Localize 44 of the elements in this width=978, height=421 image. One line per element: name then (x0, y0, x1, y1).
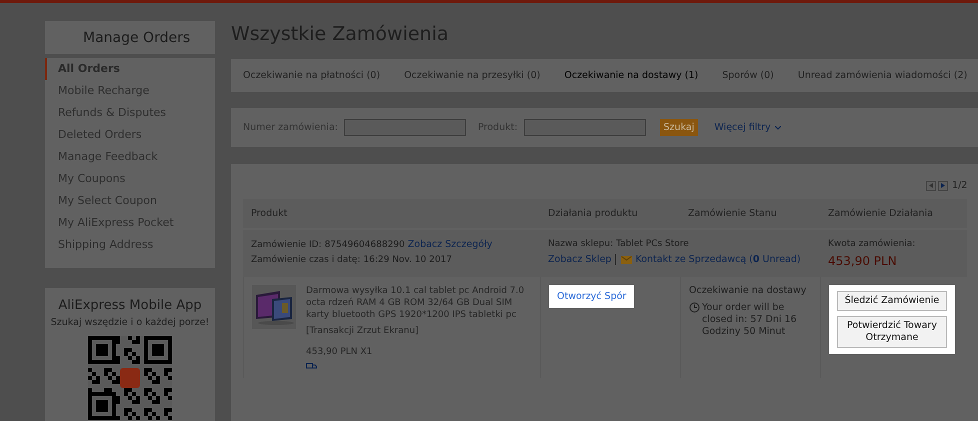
caret-right-icon (941, 183, 946, 188)
order-action-button[interactable]: Potwierdzić Towary Otrzymane (837, 316, 947, 348)
search-button[interactable]: Szukaj (660, 119, 698, 136)
store-link[interactable]: Zobacz Sklep (548, 254, 612, 265)
order-status: Oczekiwanie na dostawy (689, 285, 808, 297)
app-promo-title: AliExpress Mobile App (58, 298, 202, 313)
column-header: Zamówienie Stanu (680, 199, 820, 228)
truck-icon (306, 362, 317, 370)
sidebar-item[interactable]: All Orders (45, 58, 215, 80)
page-indicator: 1/2 (952, 180, 968, 191)
store-label: Nazwa sklepu: (548, 239, 614, 249)
column-header: Produkt (243, 199, 540, 228)
more-filters-link[interactable]: Więcej filtry (714, 122, 781, 133)
order-amount-label: Kwota zamówienia: (828, 239, 916, 249)
countdown-text: Your order will be closed in: 57 Dni 16 Godziny 50 Minut (702, 302, 798, 338)
tab[interactable]: Unread zamówienia wiadomości (2) (798, 70, 968, 81)
order-amount: 453,90 PLN (828, 254, 898, 268)
product-price: 453,90 PLN X1 (306, 347, 374, 357)
order-id-label: Zamówienie ID: (251, 240, 322, 250)
column-header: Działania produktu (540, 199, 680, 228)
order-id: 87549604688290 (324, 240, 405, 250)
tab[interactable]: Oczekiwanie na płatności (0) (243, 70, 380, 81)
order-details-link[interactable]: Zobacz Szczegóły (408, 239, 492, 250)
order-action-button[interactable]: Śledzić Zamówienie (837, 291, 947, 311)
chevron-down-icon (774, 126, 781, 130)
tab[interactable]: Sporów (0) (722, 70, 774, 81)
product-field[interactable] (524, 119, 646, 136)
column-header: Zamówienie Działania (820, 199, 968, 228)
open-dispute-link[interactable]: Otworzyć Spór (557, 291, 626, 302)
product-title[interactable]: Darmowa wysyłka 10.1 cal tablet pc Android 7.0 octa rdzeń RAM 4 GB ROM 32/64 GB Dual SIM karty bluetooth GPS 1920*1200 IPS tabletki pc (306, 285, 532, 321)
order-number-field[interactable] (344, 119, 466, 136)
previous-page-button[interactable] (926, 180, 936, 190)
caret-left-icon (929, 183, 934, 188)
app-promo-subtitle: Szukaj wszędzie i o każdej porze! (50, 317, 210, 328)
envelope-icon (621, 256, 632, 264)
sidebar-title: Manage Orders (45, 21, 215, 58)
tab[interactable]: Oczekiwanie na przesyłki (0) (404, 70, 540, 81)
clock-icon (689, 302, 700, 313)
contact-seller-link[interactable]: Kontakt ze Sprzedawcą (0 Unread) (635, 254, 801, 265)
order-time: 16:29 Nov. 10 2017 (363, 255, 452, 265)
store-name: Tablet PCs Store (616, 239, 689, 249)
snapshot-link[interactable]: [Transakcji Zrzut Ekranu] (306, 326, 532, 336)
next-page-button[interactable] (938, 180, 948, 190)
tab[interactable]: Oczekiwanie na dostawy (1) (564, 70, 698, 81)
